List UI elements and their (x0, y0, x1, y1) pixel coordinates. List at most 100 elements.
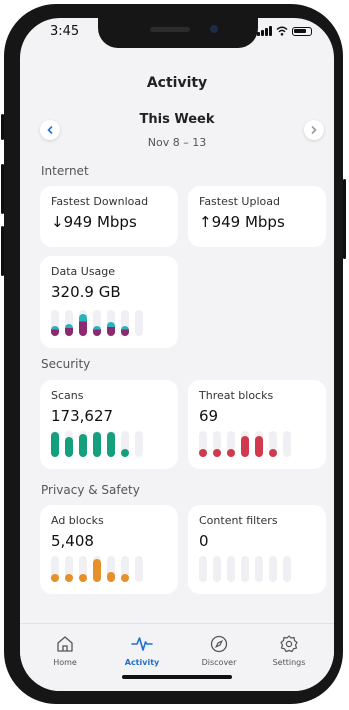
fastest-upload-card[interactable]: Fastest Upload ↑949 Mbps (188, 186, 326, 247)
chart-bar (121, 449, 129, 457)
chart-bar (199, 449, 207, 457)
chart-bar-slot (121, 556, 129, 582)
status-icons (257, 26, 312, 36)
fastest-download-label: Fastest Download (51, 195, 149, 208)
scans-label: Scans (51, 389, 84, 402)
chart-bar (65, 574, 73, 582)
chart-bar-slot (199, 556, 207, 582)
ad-blocks-card[interactable]: Ad blocks 5,408 (40, 505, 178, 594)
chart-bar-slot (135, 556, 143, 582)
chart-bar-slot (93, 431, 101, 457)
gear-icon (280, 635, 298, 653)
chevron-right-icon (311, 126, 317, 134)
tab-discover-label: Discover (201, 658, 237, 667)
tab-home[interactable]: Home (30, 634, 100, 667)
chart-bar-slot (199, 431, 207, 457)
mute-switch (1, 114, 4, 140)
week-range: Nov 8 – 13 (147, 136, 207, 149)
chart-bar (93, 432, 101, 457)
chart-bar-slot (51, 556, 59, 582)
tab-home-label: Home (53, 658, 77, 667)
previous-week-button[interactable] (40, 120, 60, 140)
tab-settings-label: Settings (272, 658, 306, 667)
chart-bar-slot (255, 556, 263, 582)
next-week-button[interactable] (304, 120, 324, 140)
chart-bar (241, 436, 249, 457)
battery-icon (292, 26, 312, 36)
chart-bar-slot (121, 431, 129, 457)
content-filters-value: 0 (199, 532, 209, 550)
section-security-heading: Security (41, 357, 91, 371)
chart-bar (65, 324, 73, 336)
chart-bar-slot (255, 431, 263, 457)
section-privacy-heading: Privacy & Safety (41, 483, 140, 497)
chart-bar-slot (107, 556, 115, 582)
threat-blocks-label: Threat blocks (199, 389, 274, 402)
chart-bar (269, 449, 277, 457)
chart-bar-slot (213, 556, 221, 582)
chart-bar-slot (65, 556, 73, 582)
chart-bar-slot (135, 431, 143, 457)
content-filters-label: Content filters (199, 514, 278, 527)
activity-pulse-icon (131, 637, 153, 651)
tab-activity[interactable]: Activity (107, 634, 177, 667)
data-usage-label: Data Usage (51, 265, 116, 278)
chevron-left-icon (47, 126, 53, 134)
chart-bar-slot (135, 310, 143, 336)
tab-settings[interactable]: Settings (254, 634, 324, 667)
threat-blocks-chart (199, 429, 291, 457)
fastest-upload-value: ↑949 Mbps (199, 213, 285, 231)
home-indicator (122, 675, 232, 679)
volume-up-button (1, 164, 4, 214)
chart-bar (93, 326, 101, 336)
chart-bar-slot (65, 431, 73, 457)
volume-down-button (1, 226, 4, 276)
chart-bar-slot (241, 556, 249, 582)
chart-bar-slot (107, 310, 115, 336)
chart-bar-slot (227, 556, 235, 582)
front-camera (210, 25, 218, 33)
fastest-download-card[interactable]: Fastest Download ↓949 Mbps (40, 186, 178, 247)
chart-bar (107, 322, 115, 336)
fastest-upload-label: Fastest Upload (199, 195, 280, 208)
chart-bar-slot (51, 431, 59, 457)
ad-blocks-value: 5,408 (51, 532, 94, 550)
tab-activity-label: Activity (124, 658, 160, 667)
home-icon (57, 636, 73, 652)
compass-icon (210, 635, 228, 653)
content-filters-card[interactable]: Content filters 0 (188, 505, 326, 594)
data-usage-card[interactable]: Data Usage 320.9 GB (40, 256, 178, 348)
chart-bar (51, 574, 59, 582)
tab-discover[interactable]: Discover (184, 634, 254, 667)
chart-bar-slot (107, 431, 115, 457)
chart-bar-slot (241, 431, 249, 457)
power-button (343, 179, 346, 259)
speaker (150, 27, 190, 32)
phone-frame: 3:45 Activity This Week Nov 8 – 13 Inter… (1, 4, 346, 704)
chart-bar (79, 434, 87, 457)
scans-card[interactable]: Scans 173,627 (40, 380, 178, 469)
chart-bar (51, 432, 59, 457)
ad-blocks-chart (51, 554, 143, 582)
chart-bar (121, 326, 129, 336)
week-title: This Week (139, 112, 215, 127)
chart-bar-slot (93, 310, 101, 336)
threat-blocks-card[interactable]: Threat blocks 69 (188, 380, 326, 469)
chart-bar-slot (79, 310, 87, 336)
chart-bar-slot (51, 310, 59, 336)
status-time: 3:45 (50, 24, 80, 39)
chart-bar (213, 449, 221, 457)
threat-blocks-value: 69 (199, 407, 219, 425)
page-title: Activity (146, 75, 208, 91)
fastest-download-value: ↓949 Mbps (51, 213, 137, 231)
chart-bar (255, 436, 263, 457)
data-usage-chart (51, 308, 143, 336)
chart-bar (107, 572, 115, 582)
notch (98, 18, 258, 48)
wifi-icon (276, 26, 288, 36)
chart-bar-slot (283, 556, 291, 582)
chart-bar-slot (121, 310, 129, 336)
chart-bar-slot (213, 431, 221, 457)
chart-bar-slot (93, 556, 101, 582)
chart-bar (121, 574, 129, 582)
